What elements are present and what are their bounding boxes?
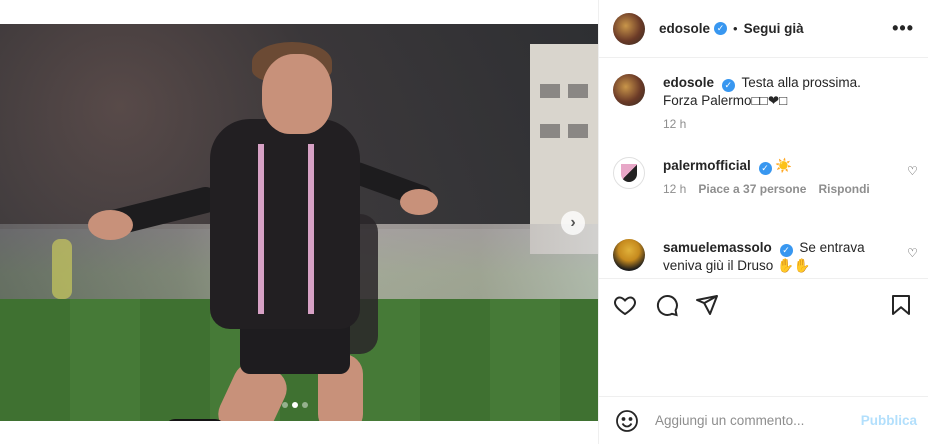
verified-badge-icon: ✓: [714, 22, 728, 35]
author-avatar[interactable]: [613, 12, 645, 45]
more-options-icon[interactable]: •••: [892, 18, 914, 39]
post-side-panel: edosole ✓ • Segui già ••• edosole ✓ Test…: [598, 0, 928, 444]
comment-likes[interactable]: Piace a 37 persone: [698, 180, 806, 198]
comment-text: ☀️: [775, 158, 793, 173]
reply-button[interactable]: Rispondi: [818, 180, 869, 198]
comment-like-heart-icon[interactable]: ♡: [907, 247, 919, 259]
verified-badge-icon: ✓: [758, 162, 772, 175]
background-figure: [52, 239, 72, 299]
bookmark-icon[interactable]: [889, 293, 915, 319]
carousel-dots: [282, 402, 308, 408]
caption-line-2: Forza Palermo□□❤□: [663, 93, 788, 108]
caption: edosole ✓ Testa alla prossima. Forza Pal…: [599, 74, 928, 133]
post-photo[interactable]: [0, 24, 598, 421]
carousel-dot-active: [292, 402, 298, 408]
player-right-hand: [400, 189, 438, 215]
caption-time[interactable]: 12 h: [663, 115, 686, 133]
comment-time[interactable]: 12 h: [663, 180, 686, 198]
caption-line-1: Testa alla prossima.: [741, 75, 861, 90]
player-jersey: [210, 119, 360, 329]
heart-icon[interactable]: [613, 293, 639, 319]
player-head: [262, 54, 332, 134]
comment-author[interactable]: samuelemassolo: [663, 240, 772, 255]
comments-list: edosole ✓ Testa alla prossima. Forza Pal…: [599, 59, 928, 278]
comment-input[interactable]: [655, 413, 861, 428]
carousel-dot: [282, 402, 288, 408]
author-username[interactable]: edosole: [659, 21, 710, 36]
verified-badge-icon: ✓: [779, 244, 793, 257]
comment-text-line-1: Se entrava: [799, 240, 865, 255]
player-left-hand: [88, 210, 133, 240]
comment-item: palermofficial ✓ ☀️ 12 h Piace a 37 pers…: [599, 157, 928, 198]
commenter-avatar[interactable]: [613, 157, 645, 189]
post-actions: [599, 278, 928, 396]
comment-item: samuelemassolo ✓ Se entrava veniva giù i…: [599, 239, 928, 275]
comment-icon[interactable]: [655, 293, 681, 319]
comment-like-heart-icon[interactable]: ♡: [907, 165, 919, 177]
add-comment-bar: Pubblica: [599, 396, 928, 444]
verified-badge-icon: ✓: [721, 79, 735, 92]
player-sock: [165, 419, 225, 421]
next-media-button[interactable]: ›: [561, 211, 585, 235]
comment-text-line-2: veniva giù il Druso ✋✋: [663, 258, 811, 273]
author-avatar[interactable]: [613, 74, 645, 106]
post-header: edosole ✓ • Segui già •••: [599, 0, 928, 58]
carousel-dot: [302, 402, 308, 408]
share-icon[interactable]: [695, 293, 721, 319]
post-media-area: ›: [0, 0, 598, 444]
publish-button[interactable]: Pubblica: [861, 413, 917, 428]
separator-dot: •: [733, 21, 738, 36]
commenter-avatar[interactable]: [613, 239, 645, 271]
comment-author[interactable]: palermofficial: [663, 158, 751, 173]
caption-author[interactable]: edosole: [663, 75, 714, 90]
following-button[interactable]: Segui già: [744, 21, 804, 36]
emoji-icon[interactable]: [615, 409, 639, 433]
